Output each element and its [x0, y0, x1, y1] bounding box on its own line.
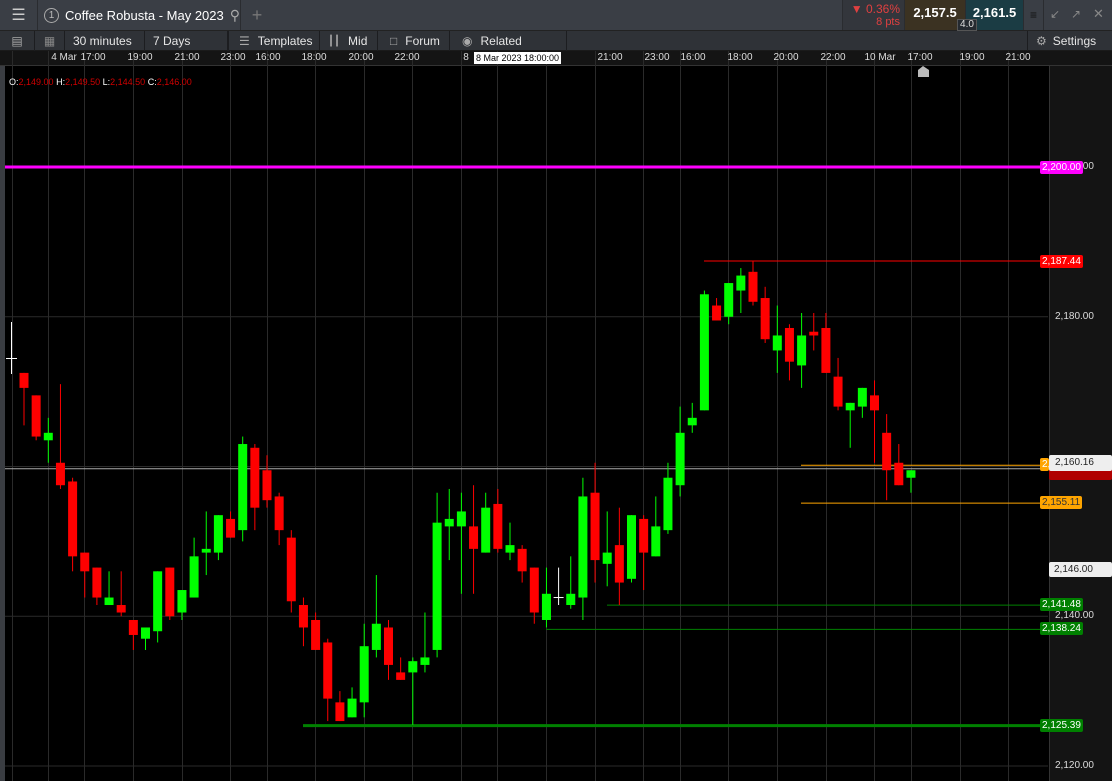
candle-body [809, 331, 819, 336]
candle-body [177, 590, 187, 613]
candle-body [104, 597, 114, 606]
candle-body [456, 511, 466, 527]
candle-body [323, 642, 333, 699]
candle-body [699, 294, 709, 411]
close-value: 2,146.00 [156, 77, 192, 87]
candle-body [614, 545, 624, 583]
candle-body [347, 698, 357, 718]
candle-body [384, 627, 393, 665]
candle-body [286, 537, 296, 602]
candle-body [80, 552, 90, 572]
low-value: 2,144.50 [110, 77, 146, 87]
price-axis-label: 2,120.00 [1055, 760, 1094, 771]
candle-body [43, 432, 53, 441]
level-price-label: 2,200.00 [1040, 161, 1083, 174]
candle-body [128, 619, 138, 635]
candle-body [748, 271, 758, 302]
candle-body [444, 518, 454, 527]
candle-body [19, 372, 29, 388]
candle-body [784, 327, 794, 362]
high-value: 2,149.50 [65, 77, 101, 87]
candle-body [675, 432, 685, 486]
candle-body [238, 444, 248, 531]
price-axis-label: 2,180.00 [1055, 311, 1094, 322]
candle-body [517, 548, 527, 572]
candle-body [68, 481, 78, 557]
candle-body [481, 507, 491, 553]
last-price-label: 2,160.16 [1049, 455, 1112, 471]
candle-body [845, 402, 855, 411]
candle-body [724, 283, 734, 317]
candle-body [189, 556, 199, 598]
candle-body [469, 526, 479, 549]
candle-body [627, 515, 636, 579]
candle-body [396, 672, 406, 680]
candle-body [870, 395, 879, 411]
candle-body [760, 298, 770, 340]
candle-body [505, 545, 515, 553]
candle-body [201, 548, 211, 553]
candle-body [153, 571, 163, 632]
candle-body [651, 526, 661, 557]
price-axis-label: 2,140.00 [1055, 610, 1094, 621]
candle-body [833, 376, 843, 407]
candle-body [663, 477, 673, 531]
candle-body [116, 605, 126, 613]
candle-body [541, 593, 551, 620]
candle-body [566, 593, 576, 606]
candle-body [772, 335, 782, 351]
candle-body [602, 552, 612, 564]
candle-body [529, 567, 539, 613]
candle-body [298, 605, 308, 628]
candle-body [712, 305, 722, 321]
level-price-label: 2,141.48 [1040, 598, 1083, 611]
candle-body [226, 518, 236, 538]
candle-body [335, 702, 345, 722]
candle-body [262, 470, 272, 501]
level-price-label: 2, [1040, 458, 1049, 471]
candle-body [141, 627, 150, 639]
candle-body [687, 417, 697, 426]
candle-body [578, 496, 588, 598]
candle-body [213, 515, 223, 553]
candle-body [92, 567, 102, 598]
candlestick-chart[interactable] [0, 0, 1112, 781]
candle-body [432, 522, 442, 650]
candle-body [906, 470, 916, 478]
level-price-label: 2,155.11 [1040, 496, 1083, 509]
candle-body [857, 387, 867, 407]
candle-body [311, 619, 321, 650]
candle-body [736, 275, 746, 291]
candle-body [359, 646, 369, 703]
close-label: C: [147, 77, 157, 87]
level-price-label: 2,125.39 [1040, 719, 1083, 732]
candle-body [408, 661, 418, 673]
open-label: O: [9, 77, 19, 87]
candle-body [882, 432, 892, 471]
candle-body [639, 518, 649, 553]
candle-body [590, 492, 600, 561]
candle-body [371, 623, 381, 650]
candle-body [821, 327, 831, 373]
candle-body [55, 462, 65, 486]
candle-body [420, 657, 430, 665]
candle-body [31, 395, 41, 437]
candle-body [165, 567, 175, 617]
candle-body [797, 335, 807, 366]
current-bar-marker-icon [918, 66, 929, 77]
candle-body [493, 503, 503, 549]
candle-body [274, 496, 284, 531]
ohlc-readout: O:2,149.00 H:2,149.50 L:2,144.50 C:2,146… [9, 77, 192, 87]
candle-body [894, 462, 904, 486]
level-price-label: 2,187.44 [1040, 255, 1083, 268]
open-value: 2,149.00 [18, 77, 54, 87]
high-label: H: [56, 77, 66, 87]
candle-body [250, 447, 260, 508]
level-price-label: 2,138.24 [1040, 622, 1083, 635]
crosshair-price-label: 2,146.00 [1049, 562, 1112, 577]
